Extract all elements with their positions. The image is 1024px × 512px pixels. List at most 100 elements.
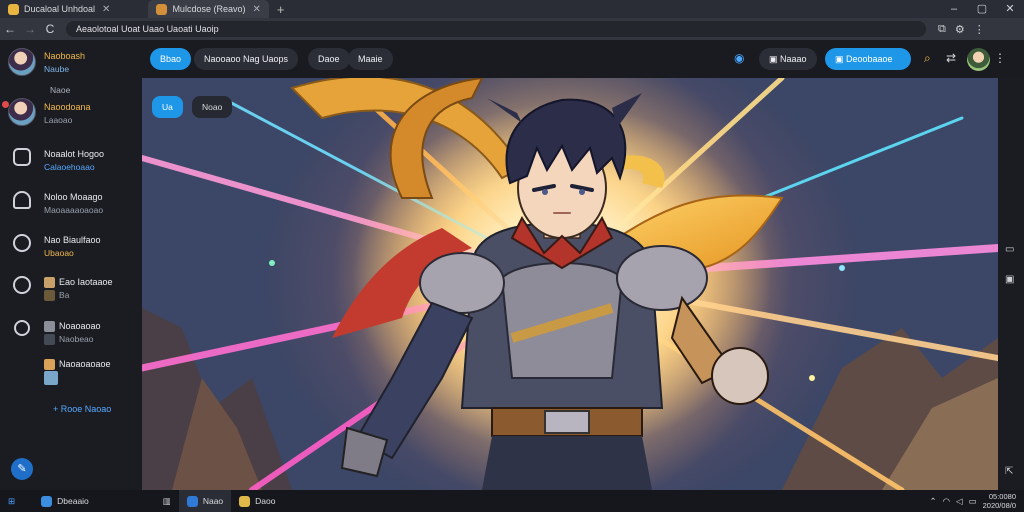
volume-icon[interactable]: ◁	[956, 496, 963, 507]
battery-icon[interactable]: ▭	[969, 496, 977, 507]
location-pin-icon[interactable]: ◉	[734, 51, 744, 65]
sidebar-item-shop[interactable]: Noaalot Hogoo Calaoehoaao	[0, 148, 142, 174]
taskbar-pinned[interactable]: ▥	[155, 490, 179, 512]
start-button[interactable]: ⊞	[0, 490, 23, 512]
search-icon[interactable]: ⌕	[924, 51, 931, 66]
close-button[interactable]: ✕	[996, 0, 1024, 18]
system-tray: ⌃ ◠ ◁ ▭ 05:0080 2020/08/0	[930, 490, 1017, 512]
tab-favicon-icon	[156, 3, 168, 15]
download-button[interactable]: ▣ Deoobaaoe	[825, 48, 911, 70]
os-taskbar: ⊞ Dbeaaio ▥ Naao Daoo ⌃ ◠ ◁ ▭ 05:0080 20…	[0, 490, 1024, 512]
back-button[interactable]: ←	[0, 22, 20, 36]
browser-tab-2[interactable]: Mulcdose (Reavo) ✕	[148, 0, 269, 18]
sidebar-item-sub: Laaoao	[44, 115, 73, 125]
top-toolbar: Bbao Naooaoo Nag Uaops Daoe Maaie ◉ ▣ Na…	[142, 40, 1024, 78]
panel-icon[interactable]: ▭	[1005, 244, 1014, 255]
avatar	[8, 98, 36, 126]
expand-icon[interactable]: ⇱	[1005, 466, 1013, 477]
sidebar-item-profile[interactable]: Naoodoana Laaoao	[0, 98, 142, 127]
shopping-bag-icon	[13, 148, 31, 166]
tab-1-label: Ducaloal Unhdoal	[24, 4, 96, 14]
filter-icon[interactable]: ⇄	[946, 51, 956, 65]
item-thumb-icon	[44, 290, 55, 302]
browser-tab-bar: Ducaloal Unhdoal ✕ Mulcdose (Reavo) ✕ + …	[0, 0, 1024, 18]
item-thumb-icon	[44, 321, 55, 333]
url-field[interactable]: Aeaolotoal Uoat Uaao Uaoati Uaoip	[66, 21, 926, 37]
help-icon[interactable]: ✎	[11, 458, 33, 480]
extensions-icon[interactable]: ⧉	[938, 23, 946, 36]
sidebar-section-heading: Naoe	[50, 85, 71, 95]
stage-chip-active[interactable]: Ua	[152, 96, 183, 118]
reload-button[interactable]: C	[40, 22, 60, 36]
settings-icon	[14, 320, 30, 336]
info-icon	[13, 234, 31, 252]
right-rail: ▭ ▣ ⇱	[998, 78, 1024, 490]
tab-close-icon[interactable]: ✕	[252, 4, 260, 15]
new-tab-button[interactable]: +	[269, 2, 293, 17]
network-icon[interactable]: ⌃	[930, 496, 937, 507]
forward-button[interactable]: →	[20, 22, 40, 36]
more-tab-button[interactable]: Maaie	[348, 48, 393, 70]
add-item-label: + Rooe Naoao	[53, 404, 112, 414]
maximize-button[interactable]: ▢	[968, 0, 996, 18]
user-name: Naoboash	[44, 51, 86, 61]
taskbar-app-3[interactable]: Daoo	[231, 490, 283, 512]
extension-icons: ⧉ ⚙ ⋮	[938, 23, 985, 36]
address-bar-row: ← → C Aeaolotoal Uoat Uaao Uaoati Uaoip …	[0, 18, 1024, 40]
clock-icon	[13, 276, 31, 294]
taskbar-app-2[interactable]: Naao	[178, 490, 232, 512]
settings-icon[interactable]: ⚙	[955, 23, 965, 36]
sidebar-item-settings[interactable]: Noaoaoao Naobeao	[0, 320, 142, 346]
sidebar-item-label: Naoodoana	[44, 102, 91, 112]
avatar	[8, 48, 36, 76]
wifi-icon[interactable]: ◠	[943, 496, 950, 507]
share-button[interactable]: ▣ Naaao	[759, 48, 817, 70]
stage-chip-secondary[interactable]: Noao	[192, 96, 233, 118]
title-tab-button[interactable]: Naooaoo Nag Uaops	[194, 48, 299, 70]
clock[interactable]: 05:0080 2020/08/0	[983, 492, 1016, 510]
user-profile[interactable]: Naoboash Naube	[0, 48, 142, 76]
tab-favicon-icon	[8, 3, 19, 15]
clock-date: 2020/08/0	[982, 501, 1016, 510]
sidebar-item-sub: Ubaoao	[44, 248, 74, 258]
browser-tab-1[interactable]: Ducaloal Unhdoal ✕	[0, 0, 118, 18]
mode-tab-button[interactable]: Daoe	[308, 48, 350, 70]
add-item-link[interactable]: + Rooe Naoao	[53, 404, 111, 414]
sidebar-item-notifications[interactable]: Noloo Moaago Maoaaaaoaoao	[0, 191, 142, 217]
clock-time: 05:0080	[988, 492, 1016, 501]
share-label: Naaao	[780, 54, 807, 64]
sidebar-item-info[interactable]: Nao Biaulfaoo Ubaoao	[0, 234, 142, 260]
sidebar-item-sub: Ba	[59, 290, 70, 300]
sidebar-item-sub: Maoaaaaoaoao	[44, 205, 104, 215]
download-label: Deoobaaoe	[846, 54, 893, 64]
taskbar-app-1[interactable]: Dbeaaio	[33, 490, 97, 512]
image-icon	[44, 371, 58, 385]
taskbar-app-1-label: Dbeaaio	[57, 496, 89, 506]
taskbar-app-2-label: Naao	[202, 496, 224, 506]
trash-icon: ▥	[162, 495, 171, 506]
item-thumb-icon	[44, 334, 55, 346]
menu-icon[interactable]: ⋮	[974, 23, 985, 36]
app-icon	[41, 495, 53, 507]
notification-dot	[2, 101, 9, 108]
sidebar-item-label: Naoaoaoaoe	[59, 359, 111, 369]
layers-icon[interactable]: ▣	[1005, 274, 1014, 285]
sidebar-item-timer[interactable]: Eao Iaotaaoe Ba	[0, 276, 142, 302]
tab-2-label: Mulcdose (Reavo)	[172, 4, 246, 14]
sidebar-item-gallery[interactable]: Naoaoaoaoe	[0, 358, 142, 385]
bell-icon	[13, 191, 31, 209]
taskbar-app-3-label: Daoo	[255, 496, 276, 506]
tab-close-icon[interactable]: ✕	[102, 4, 110, 15]
sidebar-item-label: Noaoaoao	[59, 321, 101, 331]
primary-tab-button[interactable]: Bbao	[150, 48, 192, 70]
app-icon	[186, 495, 198, 507]
more-menu-icon[interactable]: ⋮	[994, 51, 1006, 65]
download-icon: ▣	[835, 54, 847, 64]
user-subtitle: Naube	[44, 64, 70, 74]
artwork-illustration	[142, 78, 998, 490]
sidebar-item-label: Eao Iaotaaoe	[59, 277, 113, 287]
minimize-button[interactable]: –	[940, 0, 968, 18]
avatar[interactable]	[967, 48, 990, 71]
item-thumb-icon	[44, 359, 55, 371]
left-sidebar: Naoboash Naube Naoe Naoodoana Laaoao Noa…	[0, 40, 142, 490]
